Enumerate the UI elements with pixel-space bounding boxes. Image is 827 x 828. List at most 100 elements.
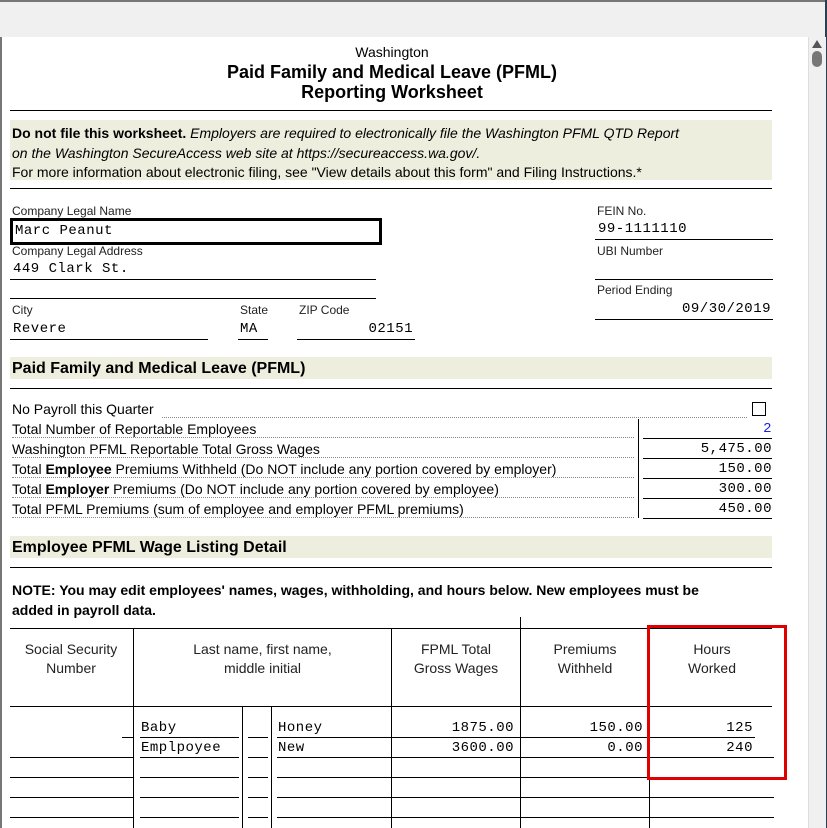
- period-field[interactable]: 09/30/2019: [595, 299, 773, 320]
- form-state: Washington: [355, 44, 429, 60]
- fein-field[interactable]: 99-1111110: [595, 219, 773, 240]
- pfml-line-label: Total Employee Premiums Withheld (Do NOT…: [12, 461, 560, 477]
- fein-value: 99-1111110: [598, 221, 688, 237]
- listing-section-title: Employee PFML Wage Listing Detail: [12, 539, 287, 556]
- cell-first[interactable]: New: [277, 738, 391, 758]
- no-payroll-checkbox[interactable]: [752, 402, 766, 416]
- divider: [10, 188, 772, 189]
- note-line-1: NOTE: You may edit employees' names, wag…: [12, 582, 699, 598]
- notice-italic-2: on the Washington SecureAccess web site …: [12, 144, 481, 161]
- cell-first-value: Honey: [278, 720, 323, 736]
- cell-premiums[interactable]: [521, 778, 649, 798]
- state-field[interactable]: MA: [238, 319, 268, 340]
- zip-label: ZIP Code: [299, 303, 350, 317]
- leader-dots: [162, 401, 747, 418]
- cell-ssn[interactable]: [10, 758, 133, 778]
- company-address-line2-field[interactable]: [10, 279, 376, 299]
- company-address-field[interactable]: 449 Clark St.: [10, 259, 376, 280]
- cell-first[interactable]: [277, 758, 391, 778]
- zip-field[interactable]: 02151: [297, 319, 415, 340]
- city-value: Revere: [13, 321, 67, 337]
- pfml-section-title: Paid Family and Medical Leave (PFML): [12, 360, 306, 377]
- cell-premiums[interactable]: 0.00: [521, 738, 649, 758]
- pfml-line-row: Washington PFML Reportable Total Gross W…: [12, 441, 634, 458]
- cell-premiums-value: 0.00: [607, 740, 643, 756]
- pfml-line-value: 2: [763, 421, 772, 437]
- pfml-line-field[interactable]: 2: [643, 419, 772, 439]
- form-title: Paid Family and Medical Leave (PFML): [226, 62, 558, 82]
- pfml-line-label: Total Number of Reportable Employees: [12, 421, 260, 437]
- cell-mi[interactable]: [248, 798, 268, 818]
- cell-wages-value: 3600.00: [451, 740, 514, 756]
- note-line-2: added in payroll data.: [12, 602, 156, 618]
- pfml-line-field[interactable]: 300.00: [643, 479, 772, 499]
- company-address-value: 449 Clark St.: [13, 261, 129, 277]
- pfml-line-row: Total Employer Premiums (Do NOT include …: [12, 481, 634, 498]
- cell-last-value: Emplpoyee: [141, 740, 222, 756]
- company-name-value: Marc Peanut: [15, 223, 113, 239]
- vertical-scrollbar[interactable]: [808, 37, 826, 828]
- divider: [10, 110, 772, 111]
- cell-mi[interactable]: [248, 718, 268, 738]
- cell-ssn[interactable]: [10, 798, 133, 818]
- pfml-line-value: 150.00: [718, 461, 772, 477]
- cell-premiums-value: 150.00: [589, 720, 643, 736]
- cell-premiums[interactable]: [521, 758, 649, 778]
- ubi-label: UBI Number: [597, 244, 664, 258]
- cell-wages[interactable]: 1875.00: [392, 718, 520, 738]
- cell-wages[interactable]: [392, 798, 520, 818]
- ubi-field[interactable]: [595, 259, 773, 280]
- no-payroll-row: No Payroll this Quarter: [12, 401, 747, 418]
- pfml-line-value: 5,475.00: [700, 441, 772, 457]
- cell-last[interactable]: Emplpoyee: [140, 738, 239, 758]
- cell-premiums[interactable]: [521, 798, 649, 818]
- cell-first[interactable]: [277, 798, 391, 818]
- pfml-line-label: Washington PFML Reportable Total Gross W…: [12, 441, 323, 457]
- cell-mi[interactable]: [248, 738, 268, 758]
- company-address-label: Company Legal Address: [12, 244, 143, 258]
- pfml-line-value: 300.00: [718, 481, 772, 497]
- cell-first[interactable]: [277, 778, 391, 798]
- notice-bold: Do not file this worksheet.: [12, 125, 187, 141]
- header-premiums: Premiums Withheld: [553, 641, 617, 676]
- cell-last[interactable]: Baby: [140, 718, 239, 738]
- pfml-line-row: Total PFML Premiums (sum of employee and…: [12, 501, 634, 518]
- cell-last[interactable]: [140, 798, 239, 818]
- cell-hours[interactable]: [650, 778, 774, 798]
- period-value: 09/30/2019: [681, 301, 771, 317]
- hours-worked-highlight: [647, 625, 787, 780]
- cell-last[interactable]: [140, 778, 239, 798]
- notice-italic-1: Employers are required to electronically…: [186, 125, 680, 141]
- cell-wages[interactable]: 3600.00: [392, 738, 520, 758]
- company-name-field[interactable]: Marc Peanut: [10, 218, 382, 245]
- pfml-line-field[interactable]: 5,475.00: [643, 439, 772, 459]
- cell-ssn[interactable]: [122, 718, 133, 738]
- city-field[interactable]: Revere: [10, 319, 208, 340]
- cell-mi[interactable]: [248, 758, 268, 778]
- pfml-line-row: Total Employee Premiums Withheld (Do NOT…: [12, 461, 634, 478]
- notice: Do not file this worksheet. Employers ar…: [12, 124, 772, 183]
- divider: [10, 567, 772, 568]
- form-viewport: Washington Paid Family and Medical Leave…: [0, 37, 810, 828]
- divider: [638, 419, 639, 518]
- cell-mi[interactable]: [248, 778, 268, 798]
- cell-ssn[interactable]: [10, 778, 133, 798]
- cell-ssn[interactable]: [10, 738, 133, 758]
- cell-wages[interactable]: [392, 778, 520, 798]
- state-value: MA: [240, 321, 258, 337]
- zip-value: 02151: [368, 321, 413, 337]
- cell-first-value: New: [278, 740, 305, 756]
- cell-first[interactable]: Honey: [277, 718, 391, 738]
- pfml-line-field[interactable]: 450.00: [643, 499, 772, 519]
- cell-wages-value: 1875.00: [451, 720, 514, 736]
- fein-label: FEIN No.: [597, 204, 647, 218]
- cell-premiums[interactable]: 150.00: [521, 718, 649, 738]
- header-name: Last name, first name, middle initial: [193, 641, 332, 676]
- scroll-thumb[interactable]: [812, 51, 822, 67]
- pfml-line-field[interactable]: 150.00: [643, 459, 772, 479]
- cell-hours[interactable]: [650, 798, 774, 818]
- cell-wages[interactable]: [392, 758, 520, 778]
- scroll-up-arrow-icon[interactable]: [812, 40, 822, 48]
- cell-last[interactable]: [140, 758, 239, 778]
- column-divider: [271, 706, 272, 828]
